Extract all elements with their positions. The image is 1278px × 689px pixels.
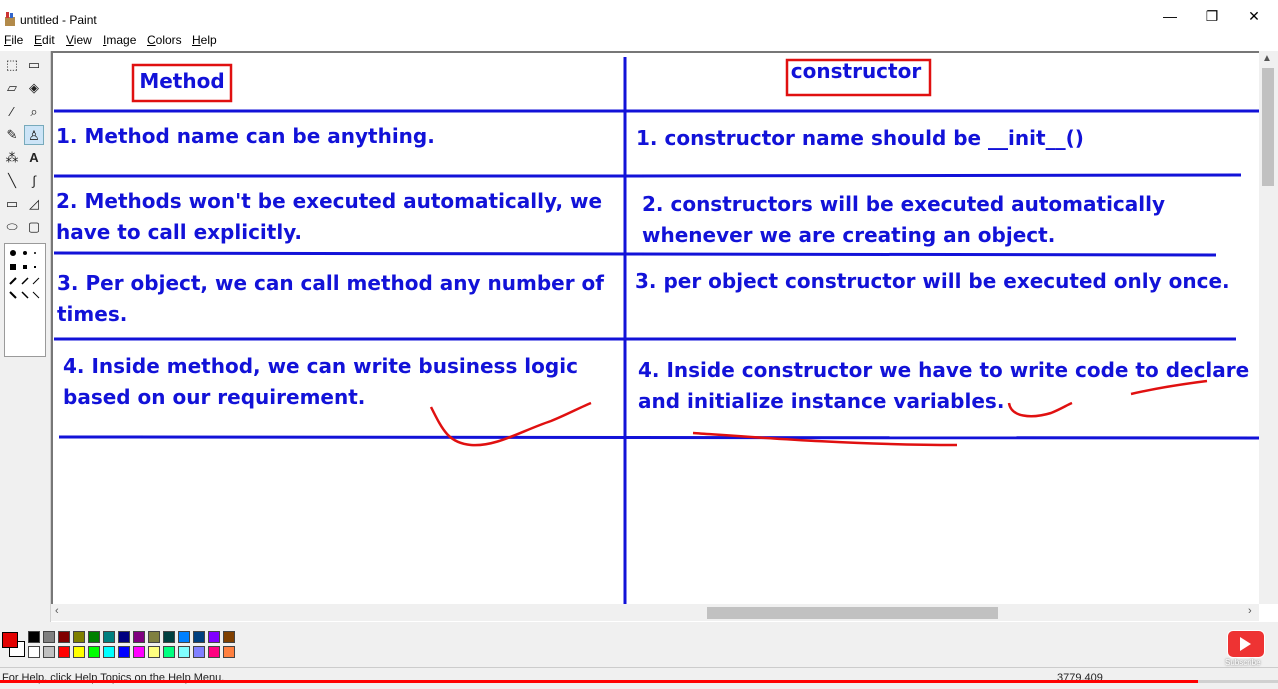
color-swatch[interactable] [223, 646, 235, 658]
rectangle-icon[interactable]: ▭ [2, 194, 22, 214]
color-swatch[interactable] [103, 646, 115, 658]
constructor-point-2-cont: whenever we are creating an object. [642, 223, 1055, 247]
vertical-scroll-thumb[interactable] [1262, 68, 1274, 186]
color-swatch[interactable] [118, 631, 130, 643]
minimize-button[interactable]: — [1150, 8, 1190, 28]
subscribe-watermark[interactable]: Subscribe [1225, 630, 1267, 668]
color-swatch[interactable] [178, 631, 190, 643]
horizontal-scroll-thumb[interactable] [707, 607, 998, 619]
color-swatch[interactable] [178, 646, 190, 658]
method-header: Method [139, 69, 224, 93]
scroll-left-icon[interactable]: ‹ [55, 605, 59, 617]
title-bar: untitled - Paint — ❐ ✕ [0, 0, 1278, 32]
method-point-2: 2. Methods won't be executed automatical… [56, 189, 602, 213]
foreground-color[interactable] [2, 632, 18, 648]
tool-box: ⬚ ▭ ▱ ◈ ⁄ ⌕ ✎ ♙ ⁂ A ╲ ∫ ▭ ◿ ⬭ ▢ [0, 51, 51, 625]
color-swatch[interactable] [73, 631, 85, 643]
method-point-4-cont: based on our requirement. [63, 385, 365, 409]
color-swatch[interactable] [58, 631, 70, 643]
color-swatch[interactable] [163, 646, 175, 658]
color-swatch[interactable] [148, 631, 160, 643]
color-swatch[interactable] [43, 646, 55, 658]
close-button[interactable]: ✕ [1234, 8, 1274, 28]
color-swatch[interactable] [208, 631, 220, 643]
scroll-up-icon[interactable]: ▲ [1262, 53, 1272, 64]
eraser-icon[interactable]: ▱ [2, 78, 22, 98]
constructor-point-1: 1. constructor name should be __init__() [636, 126, 1084, 150]
ellipse-icon[interactable]: ⬭ [2, 217, 22, 237]
menu-image[interactable]: Image [103, 33, 136, 47]
constructor-header: constructor [791, 59, 922, 83]
scroll-right-icon[interactable]: › [1248, 605, 1252, 617]
method-point-1: 1. Method name can be anything. [56, 124, 435, 148]
method-point-3: 3. Per object, we can call method any nu… [57, 271, 604, 295]
menu-help[interactable]: Help [192, 33, 217, 47]
airbrush-icon[interactable]: ⁂ [2, 148, 22, 168]
paint-app-icon [5, 12, 15, 26]
color-swatch[interactable] [73, 646, 85, 658]
color-swatch[interactable] [193, 646, 205, 658]
polygon-icon[interactable]: ◿ [24, 194, 44, 214]
subscribe-label: Subscribe [1225, 658, 1261, 667]
rounded-rectangle-icon[interactable]: ▢ [24, 217, 44, 237]
line-icon[interactable]: ╲ [2, 171, 22, 191]
declare-underline-annotation [1130, 379, 1208, 396]
constructor-point-4: 4. Inside constructor we have to write c… [638, 358, 1249, 382]
pencil-icon[interactable]: ✎ [2, 125, 22, 145]
color-swatch[interactable] [133, 646, 145, 658]
color-palette [0, 622, 1278, 667]
color-picker-icon[interactable]: ⁄ [2, 102, 22, 122]
color-swatch[interactable] [208, 646, 220, 658]
color-swatch[interactable] [148, 646, 160, 658]
menu-bar: File Edit View Image Colors Help [0, 32, 1278, 50]
color-swatch[interactable] [193, 631, 205, 643]
horizontal-scrollbar[interactable] [51, 604, 1259, 621]
color-swatch[interactable] [28, 646, 40, 658]
color-swatch[interactable] [163, 631, 175, 643]
select-icon[interactable]: ▭ [24, 55, 44, 75]
current-colors[interactable] [2, 632, 25, 658]
color-swatch[interactable] [103, 631, 115, 643]
color-swatch[interactable] [133, 631, 145, 643]
row-line [625, 173, 1242, 178]
color-swatch[interactable] [88, 646, 100, 658]
color-swatch[interactable] [58, 646, 70, 658]
brush-icon[interactable]: ♙ [24, 125, 44, 145]
menu-edit[interactable]: Edit [34, 33, 55, 47]
constructor-point-2: 2. constructors will be executed automat… [642, 192, 1165, 216]
color-swatch[interactable] [223, 631, 235, 643]
row-line [53, 251, 1217, 257]
curve-icon[interactable]: ∫ [24, 171, 44, 191]
method-point-4: 4. Inside method, we can write business … [63, 354, 578, 378]
row-line [58, 435, 1259, 440]
fill-icon[interactable]: ◈ [24, 78, 44, 98]
window-title: untitled - Paint [20, 13, 97, 27]
method-point-3-cont: times. [57, 302, 127, 326]
constructor-point-3: 3. per object constructor will be execut… [635, 269, 1230, 293]
curve-annotation [1007, 401, 1073, 418]
free-select-icon[interactable]: ⬚ [2, 55, 22, 75]
menu-view[interactable]: View [66, 33, 92, 47]
text-icon[interactable]: A [24, 148, 44, 168]
menu-colors[interactable]: Colors [147, 33, 182, 47]
play-icon [1240, 637, 1251, 651]
magnifier-icon[interactable]: ⌕ [24, 102, 44, 122]
menu-file[interactable]: File [4, 33, 23, 47]
color-swatch[interactable] [28, 631, 40, 643]
method-point-2-cont: have to call explicitly. [56, 220, 302, 244]
video-progress-played[interactable] [0, 680, 1198, 683]
color-swatch[interactable] [43, 631, 55, 643]
color-swatch[interactable] [118, 646, 130, 658]
video-progress-remaining[interactable] [1198, 680, 1278, 683]
maximize-button[interactable]: ❐ [1192, 8, 1232, 28]
brush-options-panel[interactable] [4, 243, 46, 357]
color-swatch[interactable] [88, 631, 100, 643]
canvas-drawing: Method constructor 1. Method name can be… [53, 57, 1259, 604]
constructor-point-4-cont: and initialize instance variables. [638, 389, 1004, 413]
